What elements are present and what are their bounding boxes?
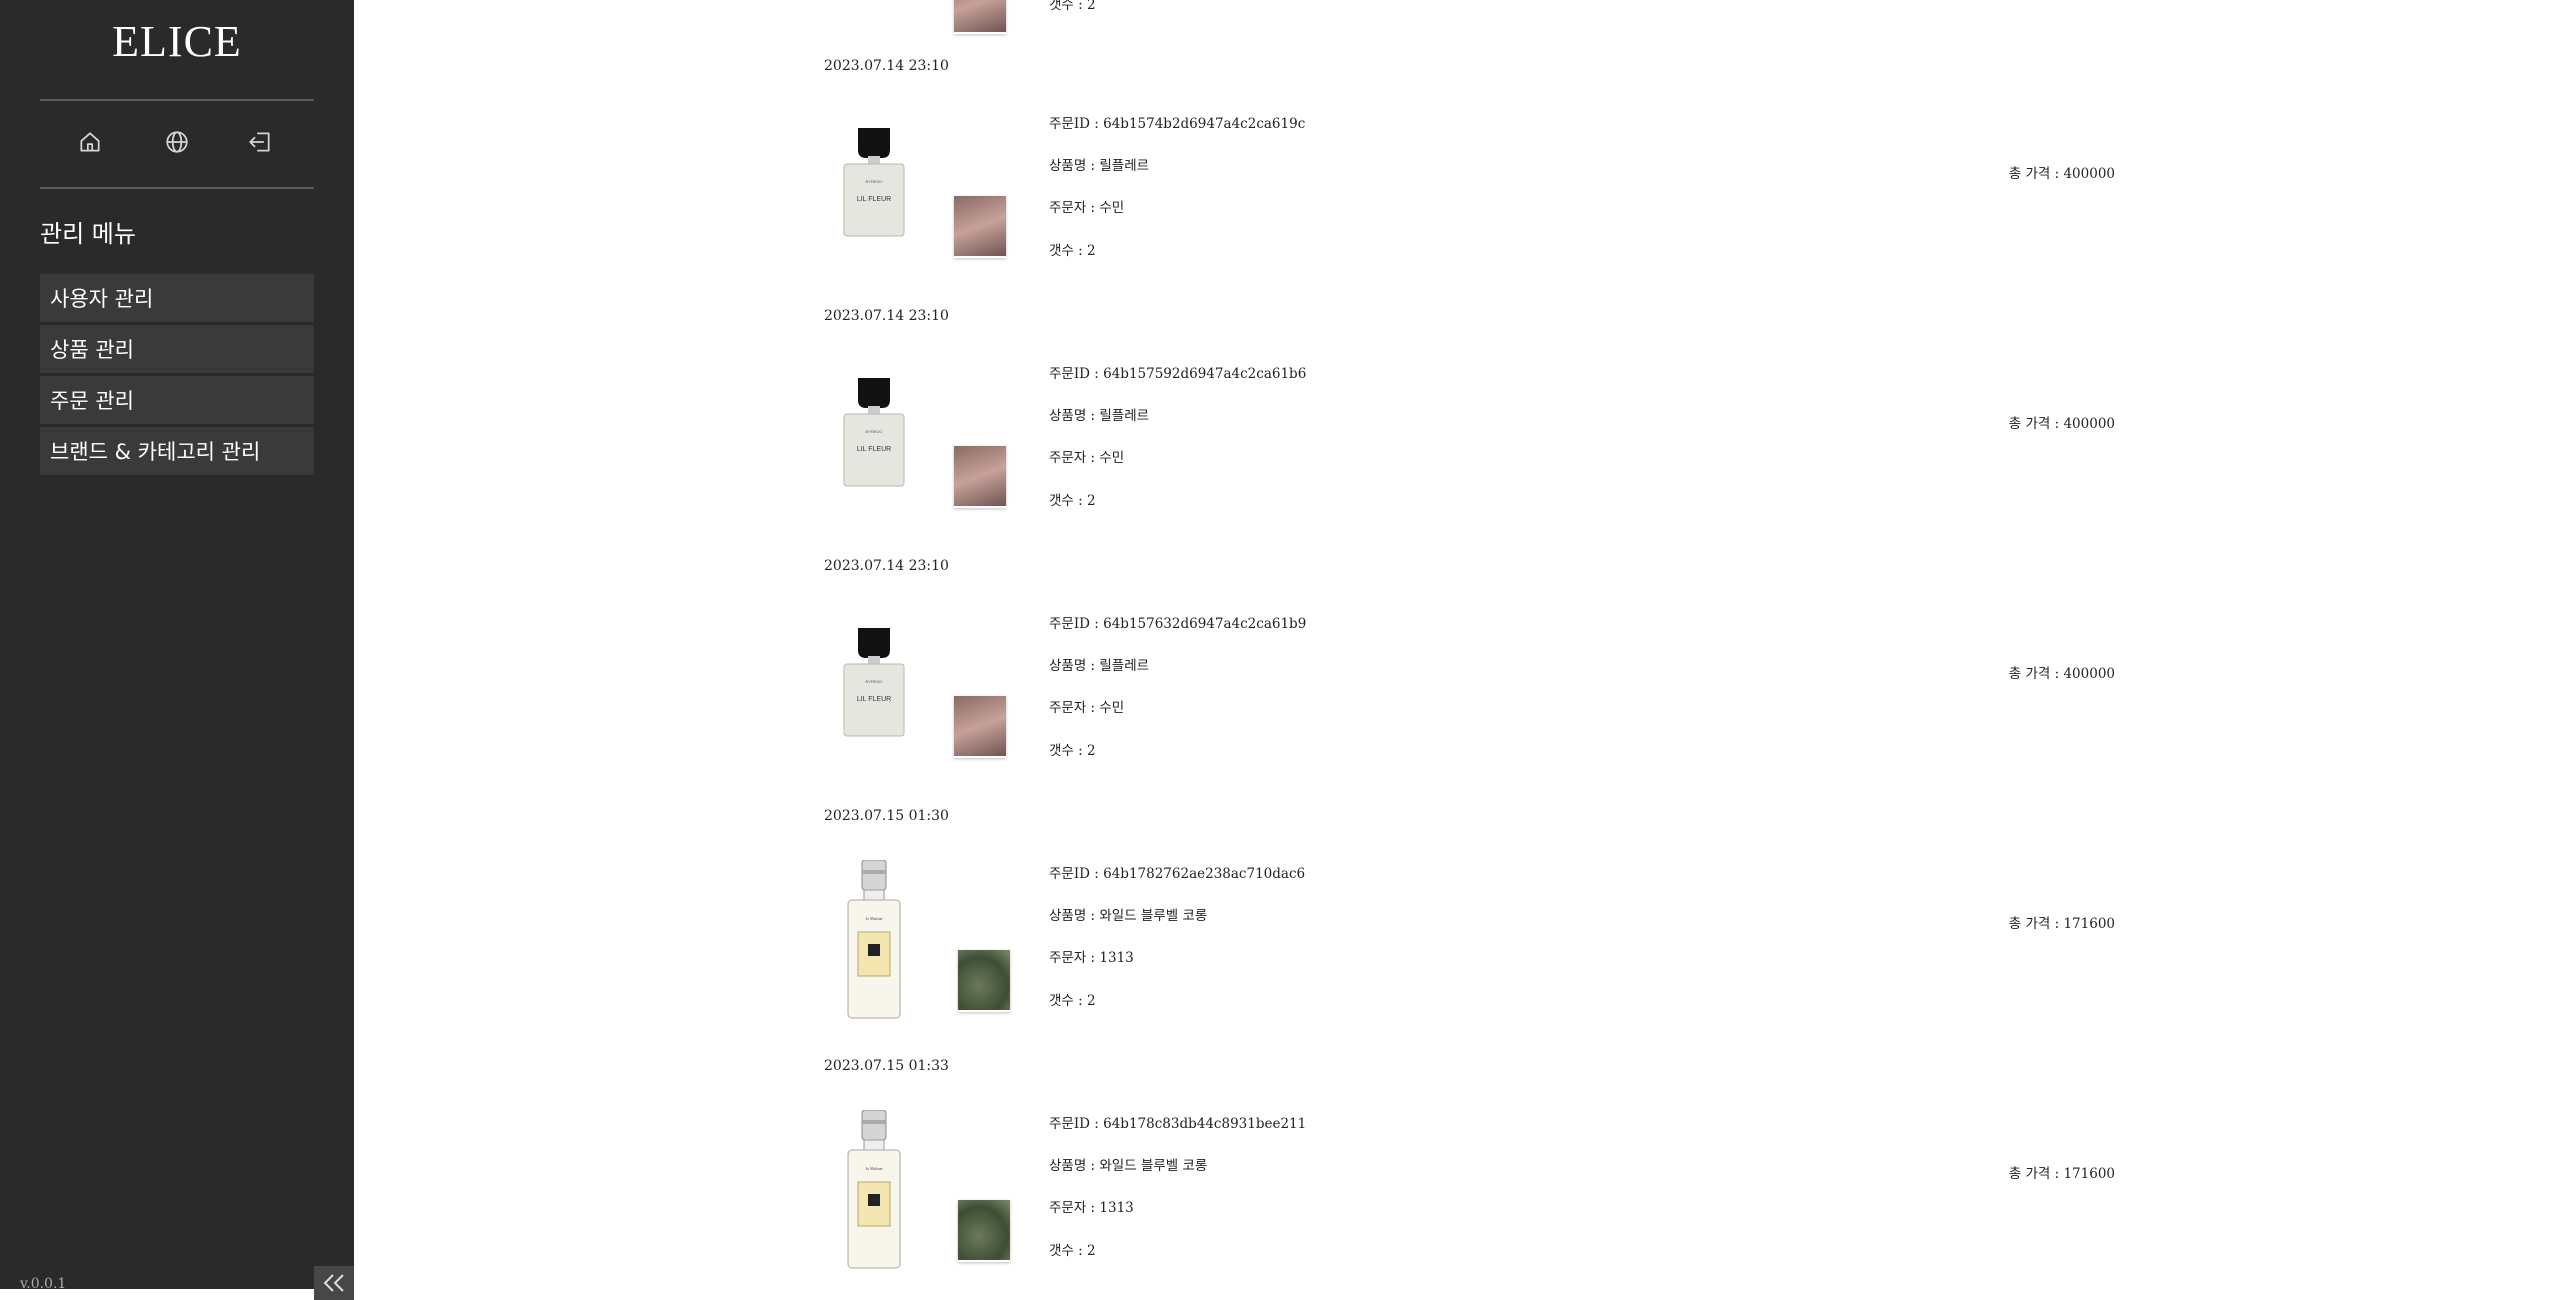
orderer: 주문자 : 수민	[1049, 450, 1125, 466]
perfume-brand-label: Jo Malone	[866, 916, 883, 921]
order-total: 총 가격 : 171600	[2008, 916, 2115, 932]
admin-menu: 사용자 관리 상품 관리 주문 관리 브랜드 & 카테고리 관리	[40, 274, 314, 478]
perfume-bottle-image[interactable]: Jo Malone	[824, 850, 924, 1022]
perfume-name-label: LIL FLEUR	[857, 696, 891, 703]
divider	[40, 99, 314, 101]
perfume-brand-label: Jo Malone	[866, 1166, 883, 1171]
globe-icon[interactable]	[159, 124, 195, 160]
menu-item-product-management[interactable]: 상품 관리	[40, 325, 314, 373]
product-thumbnail[interactable]	[958, 950, 1010, 1012]
perfume-bottle-image[interactable]: Jo Malone	[824, 1100, 924, 1272]
perfume-bottle-image[interactable]: BYREDO LIL FLEUR	[824, 600, 924, 772]
order-id: 주문ID : 64b1574b2d6947a4c2ca619c	[1049, 116, 1306, 132]
order-total: 총 가격 : 400000	[2008, 166, 2115, 182]
order-card: 갯수 : 2	[354, 0, 2560, 34]
order-date: 2023.07.14 23:10	[824, 308, 949, 324]
product-thumbnail[interactable]	[954, 196, 1006, 258]
order-total: 총 가격 : 400000	[2008, 666, 2115, 682]
product-name: 상품명 : 릴플레르	[1049, 158, 1150, 174]
order-total: 총 가격 : 171600	[2008, 1166, 2115, 1182]
perfume-brand-label: BYREDO	[866, 429, 883, 434]
product-name: 상품명 : 와일드 블루벨 코롱	[1049, 1158, 1208, 1174]
order-id: 주문ID : 64b157632d6947a4c2ca61b9	[1049, 616, 1307, 632]
order-quantity: 갯수 : 2	[1049, 243, 1096, 259]
double-chevron-left-icon	[323, 1274, 344, 1292]
product-thumbnail[interactable]	[954, 696, 1006, 758]
order-id: 주문ID : 64b1782762ae238ac710dac6	[1049, 866, 1306, 882]
menu-item-user-management[interactable]: 사용자 관리	[40, 274, 314, 322]
order-quantity: 갯수 : 2	[1049, 993, 1096, 1009]
order-quantity: 갯수 : 2	[1049, 493, 1096, 509]
product-thumbnail[interactable]	[958, 1200, 1010, 1262]
order-card: 2023.07.14 23:10 BYREDO LIL FLEUR 주문ID :…	[354, 558, 2560, 810]
product-thumbnail[interactable]	[954, 0, 1006, 34]
perfume-brand-label: BYREDO	[866, 179, 883, 184]
order-quantity: 갯수 : 2	[1049, 743, 1096, 759]
product-thumbnail[interactable]	[954, 446, 1006, 508]
order-date: 2023.07.14 23:10	[824, 558, 949, 574]
orderer: 주문자 : 1313	[1049, 950, 1134, 966]
order-id: 주문ID : 64b157592d6947a4c2ca61b6	[1049, 366, 1307, 382]
orderer: 주문자 : 1313	[1049, 1200, 1134, 1216]
order-id: 주문ID : 64b178c83db44c8931bee211	[1049, 1116, 1307, 1132]
app-logo[interactable]: ELICE	[0, 16, 354, 67]
order-date: 2023.07.15 01:30	[824, 808, 949, 824]
sidebar: ELICE 관리 메뉴 사용자 관리 상품 관리 주문 관리 브랜드 & 카테고…	[0, 0, 354, 1300]
orderer: 주문자 : 수민	[1049, 200, 1125, 216]
order-list: 갯수 : 2 2023.07.14 23:10 BYREDO LIL FLEUR…	[354, 0, 2560, 1289]
order-card: 2023.07.14 23:10 BYREDO LIL FLEUR 주문ID :…	[354, 308, 2560, 560]
order-card: 2023.07.14 23:10 BYREDO LIL FLEUR 주문ID :…	[354, 58, 2560, 310]
product-name: 상품명 : 릴플레르	[1049, 408, 1150, 424]
order-quantity: 갯수 : 2	[1049, 0, 1096, 13]
orderer: 주문자 : 수민	[1049, 700, 1125, 716]
order-date: 2023.07.15 01:33	[824, 1058, 949, 1074]
order-total: 총 가격 : 400000	[2008, 416, 2115, 432]
menu-item-order-management[interactable]: 주문 관리	[40, 376, 314, 424]
order-date: 2023.07.14 23:10	[824, 58, 949, 74]
order-quantity: 갯수 : 2	[1049, 1243, 1096, 1259]
perfume-brand-label: BYREDO	[866, 679, 883, 684]
order-card: 2023.07.15 01:30 Jo Malone 주문ID : 64b178…	[354, 808, 2560, 1060]
order-card: 2023.07.15 01:33 Jo Malone 주문ID : 64b178…	[354, 1058, 2560, 1289]
divider	[40, 187, 314, 189]
product-name: 상품명 : 와일드 블루벨 코롱	[1049, 908, 1208, 924]
collapse-sidebar-button[interactable]	[314, 1266, 354, 1300]
version-label: v.0.0.1	[20, 1276, 67, 1292]
perfume-bottle-image[interactable]: BYREDO LIL FLEUR	[824, 350, 924, 522]
logout-icon[interactable]	[242, 124, 278, 160]
perfume-name-label: LIL FLEUR	[857, 446, 891, 453]
home-icon[interactable]	[72, 124, 108, 160]
sidebar-icon-bar	[40, 124, 314, 160]
product-name: 상품명 : 릴플레르	[1049, 658, 1150, 674]
perfume-name-label: LIL FLEUR	[857, 196, 891, 203]
menu-title: 관리 메뉴	[40, 220, 136, 248]
menu-item-brand-category-management[interactable]: 브랜드 & 카테고리 관리	[40, 427, 314, 475]
perfume-bottle-image[interactable]: BYREDO LIL FLEUR	[824, 100, 924, 272]
